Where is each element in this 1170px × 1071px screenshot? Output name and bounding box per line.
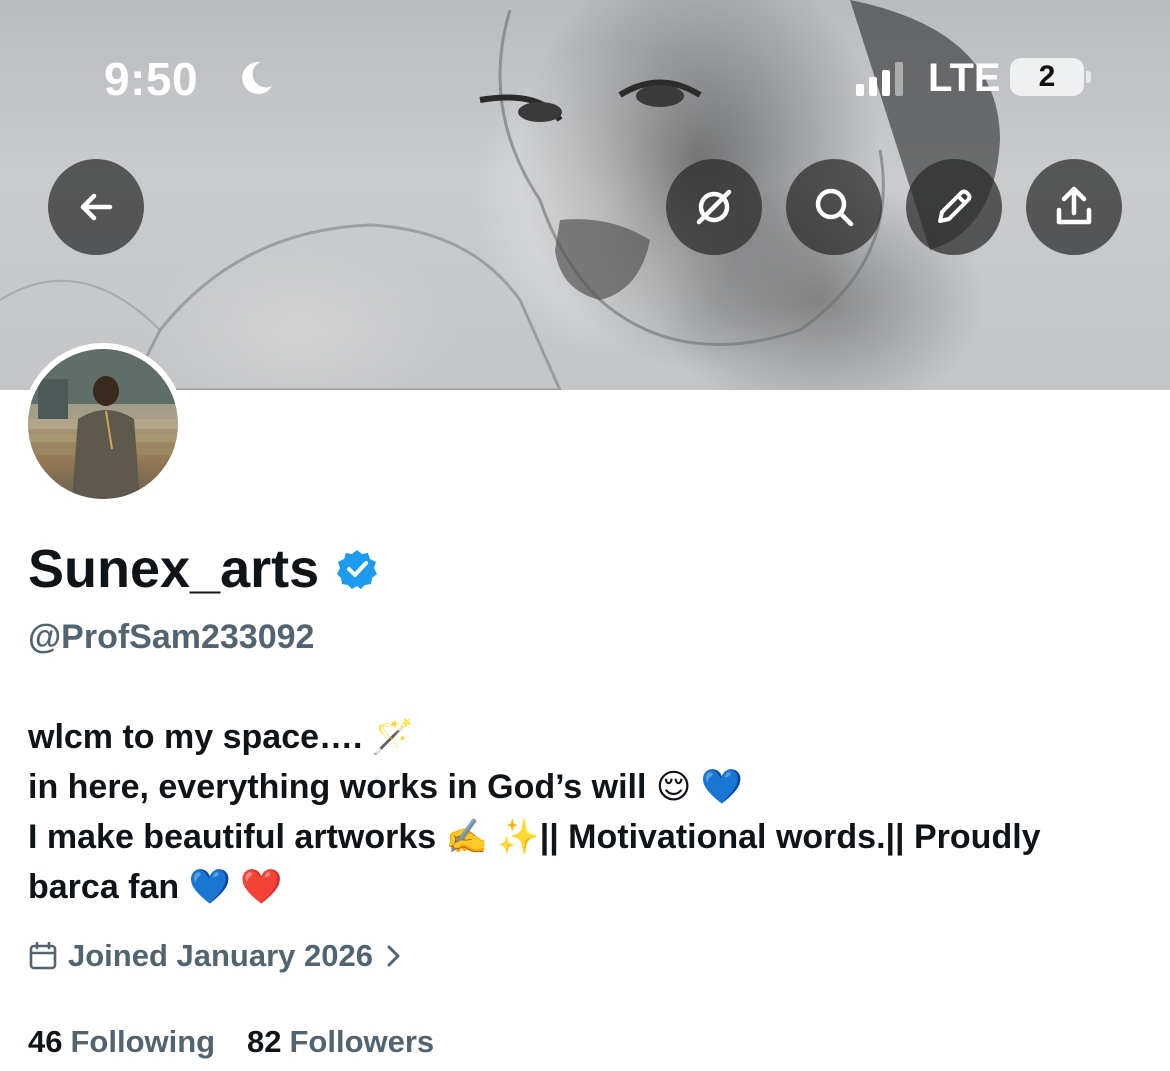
bio: wlcm to my space…. 🪄 in here, everything… — [28, 712, 1148, 912]
chevron-right-icon — [387, 945, 400, 967]
avatar-photo — [28, 349, 178, 499]
profile-banner[interactable]: 9:50 LTE 2 — [0, 0, 1170, 390]
followers-link[interactable]: 82 Followers — [247, 1024, 434, 1060]
followers-count: 82 — [247, 1024, 282, 1059]
share-button[interactable] — [1026, 159, 1122, 255]
network-type: LTE — [928, 56, 1001, 100]
joined-date-link[interactable]: Joined January 2026 — [28, 938, 403, 974]
avatar[interactable] — [22, 343, 184, 505]
edit-button[interactable] — [906, 159, 1002, 255]
pencil-icon — [938, 189, 972, 223]
joined-date: Joined January 2026 — [68, 938, 373, 973]
bio-line: barca fan 💙 ❤️ — [28, 868, 283, 906]
following-link[interactable]: 46 Following — [28, 1024, 215, 1060]
search-button[interactable] — [786, 159, 882, 255]
share-icon — [1056, 186, 1092, 225]
grok-button[interactable] — [666, 159, 762, 255]
avatar-person — [28, 349, 178, 499]
verified-badge-icon[interactable] — [336, 548, 378, 590]
back-button[interactable] — [48, 159, 144, 255]
profile-page: 9:50 LTE 2 Sunex_arts @ProfSam233092 wlc… — [0, 0, 1170, 1071]
battery-indicator: 2 — [1010, 58, 1084, 96]
following-label: Following — [70, 1024, 216, 1059]
status-time: 9:50 — [104, 53, 199, 105]
calendar-icon — [29, 941, 57, 970]
signal-icon — [856, 62, 903, 96]
search-icon — [815, 188, 854, 227]
user-handle: @ProfSam233092 — [28, 618, 315, 656]
following-count: 46 — [28, 1024, 63, 1059]
bio-line: wlcm to my space…. 🪄 — [28, 718, 415, 756]
arrow-left-icon — [80, 193, 113, 221]
display-name: Sunex_arts — [28, 539, 320, 599]
no-sync-icon — [696, 189, 732, 225]
bio-line: in here, everything works in God’s will … — [28, 768, 744, 806]
moon-icon — [242, 61, 272, 94]
bio-line: I make beautiful artworks ✍️ ✨|| Motivat… — [28, 818, 1041, 856]
followers-label: Followers — [289, 1024, 435, 1059]
battery-tip — [1086, 71, 1091, 83]
